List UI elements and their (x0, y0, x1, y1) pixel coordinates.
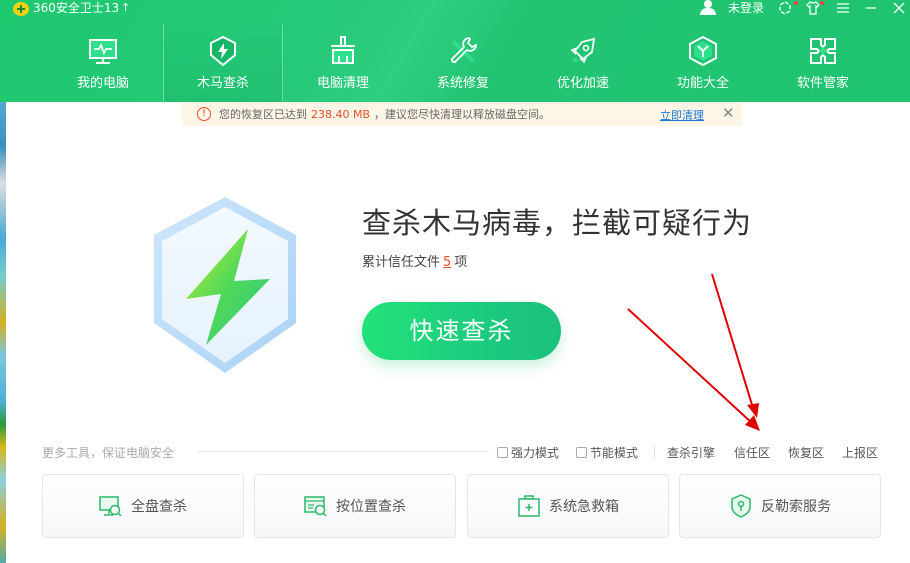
header: 360安全卫士13 ↑ 未登录 我的电脑 木马查杀 电脑清理 系统修复 优化加速… (0, 0, 910, 102)
nav-label: 系统修复 (436, 76, 489, 91)
hero-title: 查杀木马病毒，拦截可疑行为 (362, 206, 753, 240)
desktop-background-strip (0, 100, 6, 563)
nav-item-software-manager[interactable]: 软件管家 (763, 24, 883, 102)
cube-icon (689, 35, 717, 67)
notice-text-before: 您的恢复区已达到 (219, 108, 307, 121)
notification-dot (794, 1, 798, 5)
trusted-files-unit: 项 (454, 255, 468, 270)
menu-icon[interactable] (834, 0, 852, 16)
monitor-icon (89, 39, 117, 64)
annotation-arrowhead (745, 415, 760, 431)
notice-bar: ! 您的恢复区已达到 238.40 MB ，建议您尽快清理以释放磁盘空间。 立即清理… (182, 102, 742, 126)
nav-label: 我的电脑 (76, 76, 129, 91)
first-aid-kit-card[interactable]: 系统急救箱 (467, 474, 669, 538)
notice-text-after: ，建议您尽快清理以释放磁盘空间。 (374, 108, 551, 121)
shield-bolt-icon (210, 35, 236, 67)
recovery-zone-link[interactable]: 恢复区 (788, 444, 824, 461)
annotation-arrowhead (747, 403, 759, 418)
card-label: 全盘查杀 (131, 499, 187, 515)
clean-now-link[interactable]: 立即清理 (660, 107, 704, 123)
trusted-files-count-link[interactable]: 5 (443, 255, 451, 270)
app-window: 360安全卫士13 ↑ 未登录 我的电脑 木马查杀 电脑清理 系统修复 优化加速… (0, 0, 910, 563)
notice-size: 238.40 MB (311, 108, 371, 121)
divider (197, 451, 489, 452)
card-label: 反勒索服务 (761, 499, 831, 515)
app-title: 360安全卫士13 (33, 1, 120, 15)
nav-label: 优化加速 (556, 76, 609, 91)
warning-icon: ! (197, 107, 211, 121)
checkbox[interactable] (497, 447, 508, 458)
close-icon[interactable] (890, 0, 908, 16)
minimize-icon[interactable] (862, 0, 880, 16)
plugin-icon[interactable] (776, 0, 794, 16)
strong-mode-checkbox[interactable]: 强力模式 (497, 444, 559, 461)
main-nav: 我的电脑 木马查杀 电脑清理 系统修复 优化加速 功能大全 软件管家 (43, 24, 883, 102)
folder-search-icon (304, 496, 327, 517)
report-zone-link[interactable]: 上报区 (842, 444, 878, 461)
annotation-arrow (627, 308, 753, 424)
annotation-arrow (711, 273, 754, 409)
upgrade-icon[interactable]: ↑ (121, 1, 130, 15)
nav-label: 电脑清理 (316, 76, 369, 91)
nav-label: 软件管家 (796, 76, 849, 91)
location-scan-card[interactable]: 按位置查杀 (254, 474, 456, 538)
anti-ransomware-card[interactable]: 反勒索服务 (679, 474, 881, 538)
app-logo-icon (13, 2, 29, 16)
shield-lock-icon (731, 494, 751, 518)
card-label: 按位置查杀 (336, 499, 406, 515)
nav-label: 功能大全 (676, 76, 729, 91)
nav-item-speedup[interactable]: 优化加速 (523, 24, 643, 102)
nav-item-features[interactable]: 功能大全 (643, 24, 763, 102)
nav-item-cleanup[interactable]: 电脑清理 (283, 24, 403, 102)
wrench-icon (451, 37, 477, 63)
trusted-files-summary: 累计信任文件 5 项 (362, 251, 467, 270)
notification-dot (820, 1, 824, 5)
divider (654, 446, 655, 458)
power-save-mode-checkbox[interactable]: 节能模式 (576, 444, 638, 461)
app-grid-icon (810, 38, 836, 64)
checkbox-label: 强力模式 (511, 446, 560, 460)
first-aid-kit-icon (518, 495, 540, 517)
broom-icon (331, 36, 355, 64)
notice-text: 您的恢复区已达到 238.40 MB ，建议您尽快清理以释放磁盘空间。 (219, 106, 550, 122)
user-icon[interactable] (700, 0, 716, 15)
notice-close-icon[interactable]: ✕ (722, 105, 735, 121)
trusted-files-label: 累计信任文件 (362, 255, 441, 270)
title-bar: 360安全卫士13 ↑ 未登录 (0, 0, 910, 18)
monitor-search-icon (99, 496, 122, 517)
nav-item-repair[interactable]: 系统修复 (403, 24, 523, 102)
checkbox[interactable] (576, 447, 587, 458)
card-label: 系统急救箱 (549, 499, 619, 515)
nav-item-my-computer[interactable]: 我的电脑 (43, 24, 163, 102)
nav-label: 木马查杀 (196, 76, 249, 91)
login-link[interactable]: 未登录 (728, 1, 764, 15)
nav-item-trojan-scan[interactable]: 木马查杀 (163, 24, 283, 102)
checkbox-label: 节能模式 (590, 446, 639, 460)
full-scan-card[interactable]: 全盘查杀 (42, 474, 244, 538)
trust-zone-link[interactable]: 信任区 (734, 444, 770, 461)
scan-engine-link[interactable]: 查杀引擎 (667, 444, 715, 461)
quick-scan-button[interactable]: 快速查杀 (362, 302, 561, 360)
rocket-icon (570, 37, 596, 64)
tools-section-label: 更多工具，保证电脑安全 (42, 446, 175, 460)
shield-illustration (154, 197, 296, 373)
